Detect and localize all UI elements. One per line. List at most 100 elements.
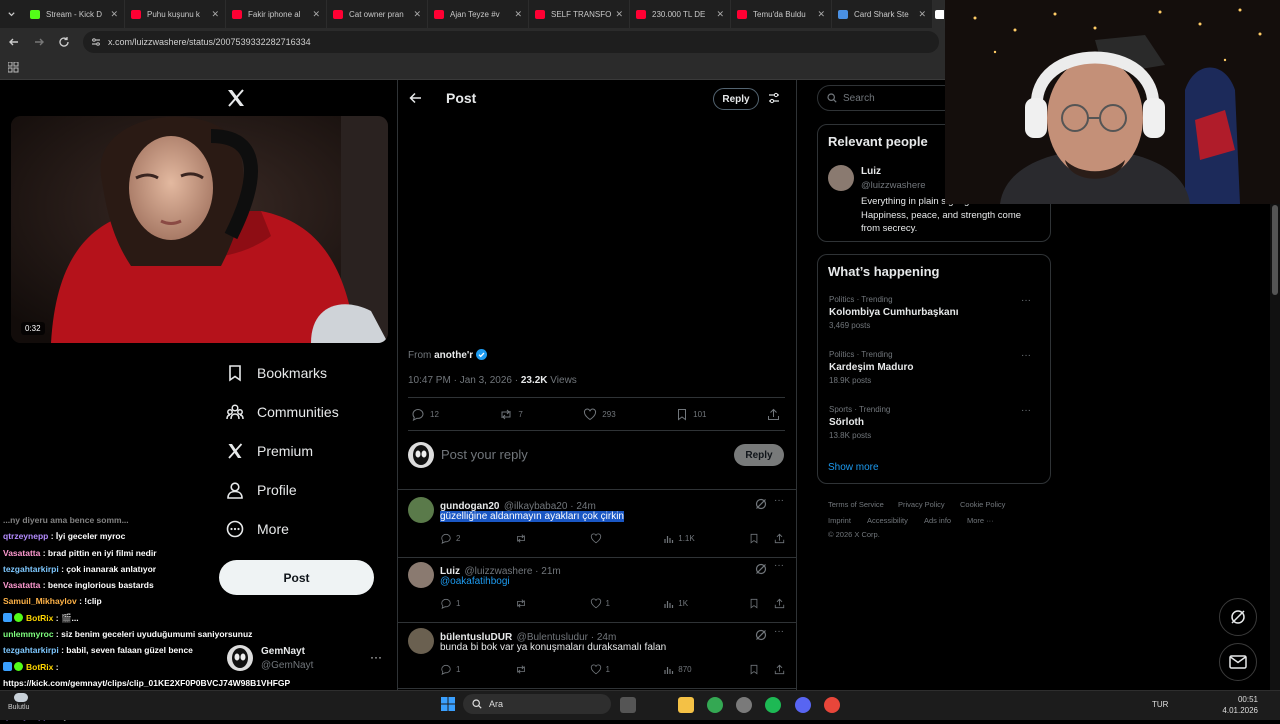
bookmark-icon[interactable] — [749, 664, 759, 675]
browser-tab[interactable]: Puhu kuşunu k ✕ — [125, 0, 226, 28]
footer-link[interactable]: Accessibility — [867, 516, 908, 525]
reply-views-action[interactable]: 1.1K — [664, 533, 714, 544]
close-tab-icon[interactable]: ✕ — [110, 9, 118, 20]
reply-input[interactable]: Post your reply — [441, 447, 528, 462]
chat-username[interactable]: qtrzeynepp — [3, 531, 48, 541]
reply-more-icon[interactable]: ··· — [774, 560, 784, 571]
footer-link[interactable]: More ··· — [967, 516, 994, 525]
reply-views-action[interactable]: 1K — [664, 598, 714, 609]
reply-like-action[interactable]: 1 — [590, 598, 630, 609]
reload-button[interactable] — [53, 31, 75, 53]
footer-link[interactable]: Privacy Policy — [898, 500, 945, 509]
close-tab-icon[interactable]: ✕ — [211, 9, 219, 20]
footer-link[interactable]: Imprint — [828, 516, 851, 525]
reply-repost-action[interactable] — [515, 598, 555, 609]
reply-more-icon[interactable]: ··· — [774, 626, 784, 637]
close-tab-icon[interactable]: ✕ — [817, 9, 825, 20]
grok-float-button[interactable] — [1219, 598, 1257, 636]
clock[interactable]: 00:51 4.01.2026 — [1198, 694, 1258, 716]
nav-item-profile[interactable]: Profile — [218, 470, 388, 509]
url-input[interactable]: x.com/luizzwashere/status/20075393322827… — [83, 31, 939, 53]
apps-grid-icon[interactable] — [8, 62, 19, 73]
language-indicator[interactable]: TUR — [1152, 700, 1168, 709]
browser-tab[interactable]: 230.000 TL DE ✕ — [630, 0, 731, 28]
chrome-active-icon[interactable] — [824, 697, 840, 713]
trend-item[interactable]: Politics · Trending Kolombiya Cumhurbaşka… — [829, 295, 1039, 330]
reply-like-action[interactable]: 1 — [590, 664, 630, 675]
reply-more-icon[interactable]: ··· — [774, 495, 784, 506]
footer-link[interactable]: Ads info — [924, 516, 951, 525]
browser-tab[interactable]: Temu'da Buldu ✕ — [731, 0, 832, 28]
close-tab-icon[interactable]: ✕ — [514, 9, 522, 20]
scrollbar-thumb[interactable] — [1272, 205, 1278, 295]
browser-tab[interactable]: SELF TRANSFO ✕ — [529, 0, 630, 28]
x-logo-icon[interactable] — [226, 89, 246, 107]
chat-username[interactable]: unlemmyroc — [3, 629, 54, 639]
weather-widget[interactable]: Bulutlu — [8, 693, 34, 715]
share-icon[interactable] — [774, 533, 785, 544]
reply-comment-action[interactable]: 2 — [440, 533, 480, 544]
close-tab-icon[interactable]: ✕ — [615, 9, 623, 20]
chat-username[interactable]: Samuil_Mikhaylov — [3, 596, 77, 606]
bookmark-action[interactable]: 101 — [676, 408, 706, 421]
chat-username[interactable]: Vasatatta — [3, 580, 40, 590]
reply-action[interactable]: 12 — [411, 408, 439, 421]
close-tab-icon[interactable]: ✕ — [312, 9, 320, 20]
grok-icon[interactable] — [755, 563, 767, 575]
reply-views-action[interactable]: 870 — [664, 664, 714, 675]
nav-item-communities[interactable]: Communities — [218, 392, 388, 431]
filter-icon[interactable] — [768, 92, 780, 104]
task-view-icon[interactable] — [620, 697, 636, 713]
reply-repost-action[interactable] — [515, 533, 555, 544]
grok-icon[interactable] — [755, 498, 767, 510]
file-explorer-icon[interactable] — [678, 697, 694, 713]
reply-repost-action[interactable] — [515, 664, 555, 675]
browser-tab[interactable]: Fakir iphone al ✕ — [226, 0, 327, 28]
reply-like-action[interactable] — [590, 533, 630, 544]
reply-avatar[interactable] — [408, 628, 434, 654]
trend-item[interactable]: Politics · Trending Kardeşim Maduro 18.9K … — [829, 350, 1039, 385]
share-icon[interactable] — [774, 664, 785, 675]
grok-icon[interactable] — [755, 629, 767, 641]
chat-username[interactable]: BotRix — [26, 613, 53, 623]
reply-comment-action[interactable]: 1 — [440, 664, 480, 675]
trend-more-icon[interactable]: ··· — [1021, 295, 1031, 306]
close-tab-icon[interactable]: ✕ — [413, 9, 421, 20]
browser-tab[interactable]: Cat owner pran ✕ — [327, 0, 428, 28]
video-player[interactable]: 0:32 — [11, 116, 388, 343]
search-box[interactable]: Search — [817, 85, 957, 111]
chat-username[interactable]: BotRix — [26, 662, 53, 672]
share-action[interactable] — [767, 408, 785, 421]
person-avatar[interactable] — [828, 165, 854, 191]
app-icon[interactable] — [736, 697, 752, 713]
footer-link[interactable]: Cookie Policy — [960, 500, 1005, 509]
from-user-link[interactable]: anothe'r — [434, 350, 473, 361]
bookmark-icon[interactable] — [749, 598, 759, 609]
footer-link[interactable]: Terms of Service — [828, 500, 884, 509]
discord-icon[interactable] — [795, 697, 811, 713]
back-arrow-icon[interactable] — [409, 92, 422, 104]
reply-header-button[interactable]: Reply — [713, 88, 759, 110]
spotify-icon[interactable] — [765, 697, 781, 713]
trend-more-icon[interactable]: ··· — [1021, 350, 1031, 361]
nav-item-bookmarks[interactable]: Bookmarks — [218, 353, 388, 392]
browser-tab[interactable]: Ajan Teyze #v ✕ — [428, 0, 529, 28]
person-name[interactable]: Luiz — [861, 166, 881, 177]
taskbar-search[interactable]: Ara — [463, 694, 611, 714]
bookmark-icon[interactable] — [749, 533, 759, 544]
reply-avatar[interactable] — [408, 562, 434, 588]
trend-more-icon[interactable]: ··· — [1021, 405, 1031, 416]
close-tab-icon[interactable]: ✕ — [918, 9, 926, 20]
active-tab[interactable] — [933, 0, 945, 28]
messages-float-button[interactable] — [1219, 643, 1257, 681]
forward-button[interactable] — [28, 31, 50, 53]
tab-list-button[interactable] — [4, 3, 18, 25]
chat-username[interactable]: Vasatatta — [3, 548, 40, 558]
trend-item[interactable]: Sports · Trending Sörloth 13.8K posts ··· — [829, 405, 1039, 440]
reply-submit-button[interactable]: Reply — [734, 444, 784, 466]
start-button[interactable] — [441, 697, 455, 711]
back-button[interactable] — [3, 31, 25, 53]
share-icon[interactable] — [774, 598, 785, 609]
browser-tab[interactable]: Card Shark Ste ✕ — [832, 0, 933, 28]
chat-username[interactable]: tezgahtarkirpi — [3, 645, 59, 655]
